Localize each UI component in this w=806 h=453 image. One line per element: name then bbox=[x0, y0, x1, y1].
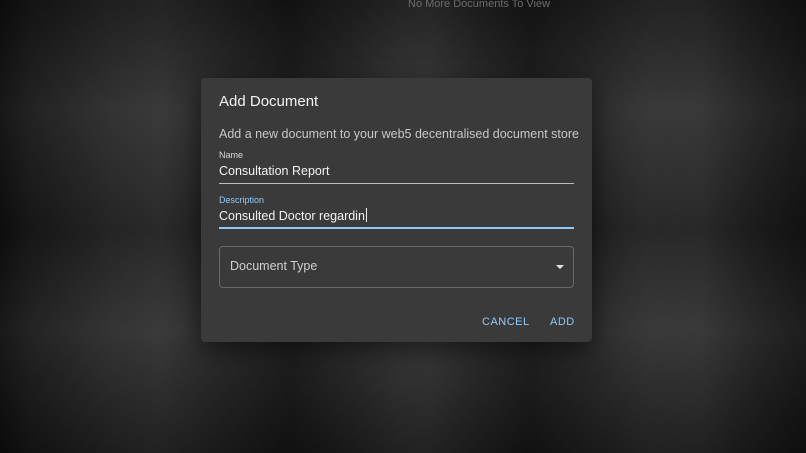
dialog-title: Add Document bbox=[219, 93, 319, 110]
document-type-select[interactable]: Document Type bbox=[219, 246, 574, 288]
name-field-label: Name bbox=[219, 150, 244, 160]
dialog-subtitle: Add a new document to your web5 decentra… bbox=[219, 127, 579, 141]
description-field-label: Description bbox=[219, 195, 265, 205]
add-document-dialog: Add Document Add a new document to your … bbox=[201, 78, 592, 342]
add-button[interactable]: ADD bbox=[550, 316, 575, 328]
description-field-underline bbox=[219, 227, 574, 229]
document-type-label: Document Type bbox=[230, 259, 318, 273]
text-cursor bbox=[365, 208, 367, 222]
chevron-down-icon[interactable] bbox=[556, 265, 564, 269]
name-field[interactable]: Name bbox=[219, 150, 574, 186]
description-field[interactable]: Description Consulted Doctor regardin bbox=[219, 195, 574, 231]
name-field-underline bbox=[219, 183, 574, 184]
description-input[interactable]: Consulted Doctor regardin bbox=[219, 206, 574, 226]
empty-documents-message: No More Documents To View bbox=[408, 0, 551, 10]
name-input[interactable] bbox=[219, 161, 574, 181]
cancel-button[interactable]: CANCEL bbox=[482, 316, 530, 328]
description-input-value: Consulted Doctor regardin bbox=[219, 209, 365, 223]
